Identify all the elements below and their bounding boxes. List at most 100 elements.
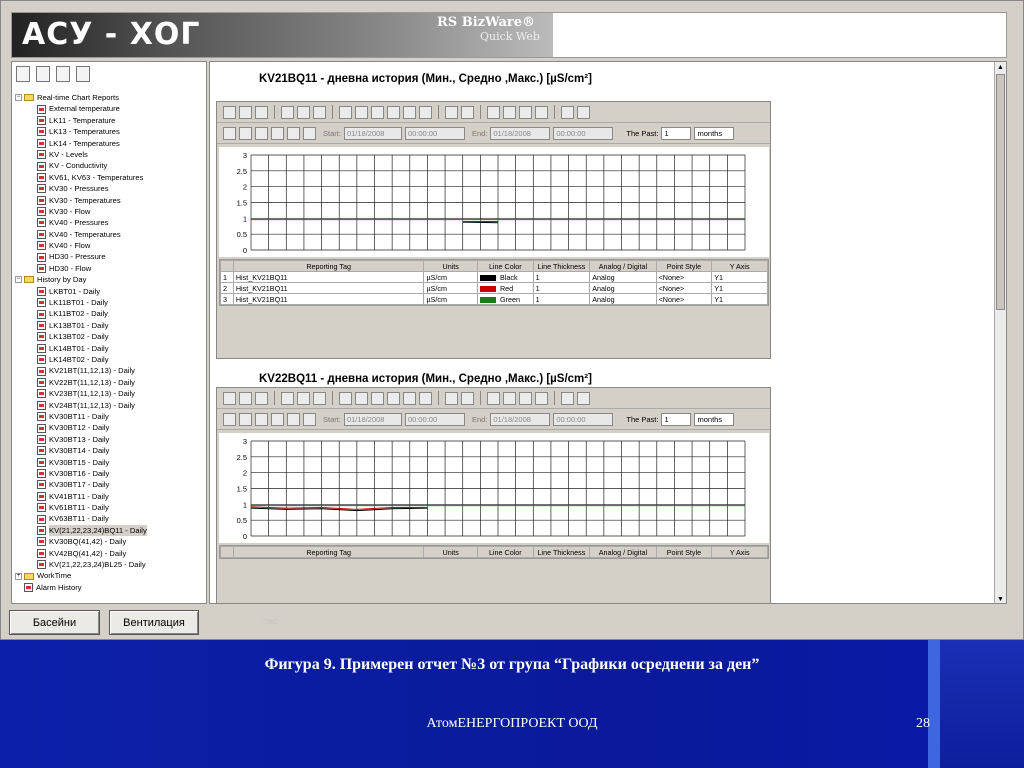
period-select[interactable]: months — [694, 412, 735, 426]
end-time-field[interactable]: 00:00:00 — [553, 412, 614, 426]
tree-item[interactable]: HD30 - Flow — [12, 263, 206, 274]
tree-item[interactable]: KV42BQ(41,42) - Daily — [12, 548, 206, 559]
export-icon[interactable] — [255, 391, 268, 405]
tree-item[interactable]: + WorkTime — [12, 570, 206, 581]
tree-item[interactable]: KV30 - Flow — [12, 206, 206, 217]
column-header[interactable]: Line Color — [476, 260, 534, 272]
font-icon[interactable] — [387, 105, 400, 119]
content-scrollbar[interactable]: ▲ ▼ — [994, 62, 1006, 603]
tree-item[interactable]: KV23BT(11,12,13) - Daily — [12, 388, 206, 399]
tree-item[interactable]: KV41BT11 - Daily — [12, 491, 206, 502]
next-icon[interactable] — [519, 391, 532, 405]
past-value-field[interactable]: 1 — [661, 412, 692, 426]
alarm-icon[interactable] — [255, 126, 268, 140]
print-report-icon[interactable] — [271, 412, 284, 426]
refresh-icon[interactable] — [76, 66, 90, 82]
last-icon[interactable] — [535, 105, 548, 119]
save-icon[interactable] — [239, 105, 252, 119]
period-select[interactable]: months — [694, 126, 735, 140]
table-row[interactable]: 1 Hist_KV21BQ11 µS/cm Black 1 Analog <None> Y1 — [220, 271, 768, 283]
tree-item[interactable]: HD30 - Pressure — [12, 251, 206, 262]
column-header[interactable]: Y Axis — [711, 260, 768, 272]
tree-item[interactable]: LK13BT01 - Daily — [12, 320, 206, 331]
column-header[interactable]: Units — [423, 260, 478, 272]
tree-item[interactable]: Alarm History — [12, 582, 206, 593]
tree-item[interactable]: KV30BT11 - Daily — [12, 411, 206, 422]
pause-icon[interactable] — [561, 391, 574, 405]
ventilation-button[interactable]: Вентилация — [109, 610, 199, 635]
start-date-field[interactable]: 01/18/2008 — [343, 412, 402, 426]
clock-icon[interactable] — [239, 126, 252, 140]
tree-item[interactable]: LK14 - Temperatures — [12, 138, 206, 149]
zoom-out-icon[interactable] — [461, 391, 474, 405]
font-icon[interactable] — [387, 391, 400, 405]
expander-icon[interactable]: − — [15, 94, 22, 102]
tree-item[interactable]: KV24BT(11,12,13) - Daily — [12, 400, 206, 411]
color-cell[interactable]: Black — [476, 271, 534, 283]
tree-item[interactable]: LK14BT01 - Daily — [12, 343, 206, 354]
calendar-icon[interactable] — [223, 412, 236, 426]
legend-icon[interactable] — [371, 105, 384, 119]
first-icon[interactable] — [487, 391, 500, 405]
alarm-icon[interactable] — [255, 412, 268, 426]
start-time-field[interactable]: 00:00:00 — [404, 412, 465, 426]
tree-item[interactable]: LK14BT02 - Daily — [12, 354, 206, 365]
tree-item[interactable]: KV40 - Flow — [12, 240, 206, 251]
zoom-out-icon[interactable] — [461, 105, 474, 119]
scroll-up-icon[interactable]: ▲ — [996, 63, 1005, 72]
first-icon[interactable] — [487, 105, 500, 119]
tree-item[interactable]: KV30BT14 - Daily — [12, 445, 206, 456]
column-header[interactable]: Y Axis — [711, 546, 768, 558]
prev-icon[interactable] — [503, 105, 516, 119]
table-icon[interactable] — [355, 105, 368, 119]
save-icon[interactable] — [239, 391, 252, 405]
clock-icon[interactable] — [239, 412, 252, 426]
print-preview-icon[interactable] — [297, 391, 310, 405]
tree-item[interactable]: KV30BQ(41,42) - Daily — [12, 536, 206, 547]
pause-icon[interactable] — [561, 105, 574, 119]
tree-item[interactable]: KV30BT12 - Daily — [12, 422, 206, 433]
tree-item[interactable]: KV(21,22,23,24)BQ11 - Daily — [12, 524, 206, 537]
tree-item[interactable]: LK11BT01 - Daily — [12, 297, 206, 308]
refresh-icon[interactable] — [303, 126, 316, 140]
scroll-thumb[interactable] — [996, 74, 1005, 310]
tree-item[interactable]: External temperature — [12, 103, 206, 114]
print-icon[interactable] — [281, 105, 294, 119]
calendar-icon[interactable] — [223, 126, 236, 140]
tree-item[interactable]: KV(21,22,23,24)BL25 - Daily — [12, 559, 206, 570]
tree-item[interactable]: KV30BT16 - Daily — [12, 468, 206, 479]
grid-icon[interactable] — [339, 105, 352, 119]
expander-icon[interactable]: + — [15, 572, 22, 580]
export-report-icon[interactable] — [287, 126, 300, 140]
view-icon[interactable] — [403, 391, 416, 405]
column-header[interactable]: Reporting Tag — [232, 260, 425, 272]
print-icon[interactable] — [281, 391, 294, 405]
tree-item[interactable]: KV - Conductivity — [12, 160, 206, 171]
settings-icon[interactable] — [577, 105, 590, 119]
prev-icon[interactable] — [503, 391, 516, 405]
column-header[interactable]: Line Thickness — [532, 260, 591, 272]
end-date-field[interactable]: 01/18/2008 — [490, 126, 551, 140]
start-date-field[interactable]: 01/18/2008 — [343, 126, 402, 140]
expander-icon[interactable]: − — [15, 276, 22, 284]
tree-item[interactable]: KV40 - Pressures — [12, 217, 206, 228]
settings-icon[interactable] — [577, 391, 590, 405]
pools-button[interactable]: Басейни — [9, 610, 100, 635]
zoom-in-icon[interactable] — [445, 105, 458, 119]
tree-item[interactable]: KV30BT17 - Daily — [12, 479, 206, 490]
end-date-field[interactable]: 01/18/2008 — [490, 412, 551, 426]
tree-item[interactable]: − Real-time Chart Reports — [12, 92, 206, 103]
properties-icon[interactable] — [313, 105, 326, 119]
scroll-down-icon[interactable]: ▼ — [996, 595, 1005, 603]
tree-item[interactable]: LKBT01 - Daily — [12, 286, 206, 297]
export-icon[interactable] — [255, 105, 268, 119]
tree-item[interactable]: LK13 - Temperatures — [12, 126, 206, 137]
tree-item[interactable]: KV40 - Temperatures — [12, 229, 206, 240]
tree-item[interactable]: KV61, KV63 - Temperatures — [12, 172, 206, 183]
tree-item[interactable]: LK11 - Temperature — [12, 115, 206, 126]
column-header[interactable]: Reporting Tag — [232, 546, 425, 558]
table-row[interactable]: 3 Hist_KV21BQ11 µS/cm Green 1 Analog <None> Y1 — [220, 293, 768, 305]
tree-item[interactable]: KV30BT13 - Daily — [12, 434, 206, 445]
color-cell[interactable]: Red — [476, 282, 534, 294]
tree-item[interactable]: LK11BT02 - Daily — [12, 308, 206, 319]
